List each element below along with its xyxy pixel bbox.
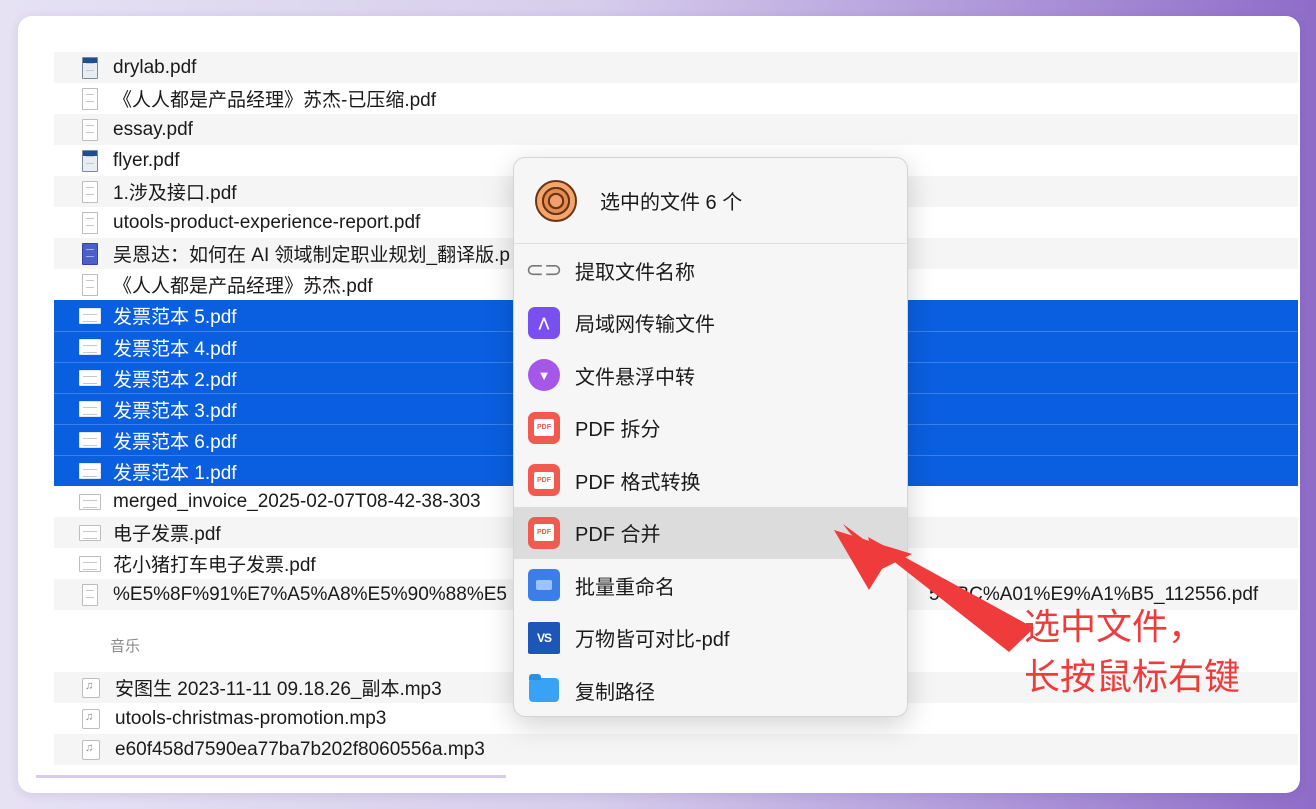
annotation-line-1: 选中文件， — [1024, 607, 1205, 648]
annotation-line-2: 长按鼠标右键 — [1024, 657, 1241, 698]
annotation-text: 选中文件， 长按鼠标右键 — [1024, 603, 1240, 703]
